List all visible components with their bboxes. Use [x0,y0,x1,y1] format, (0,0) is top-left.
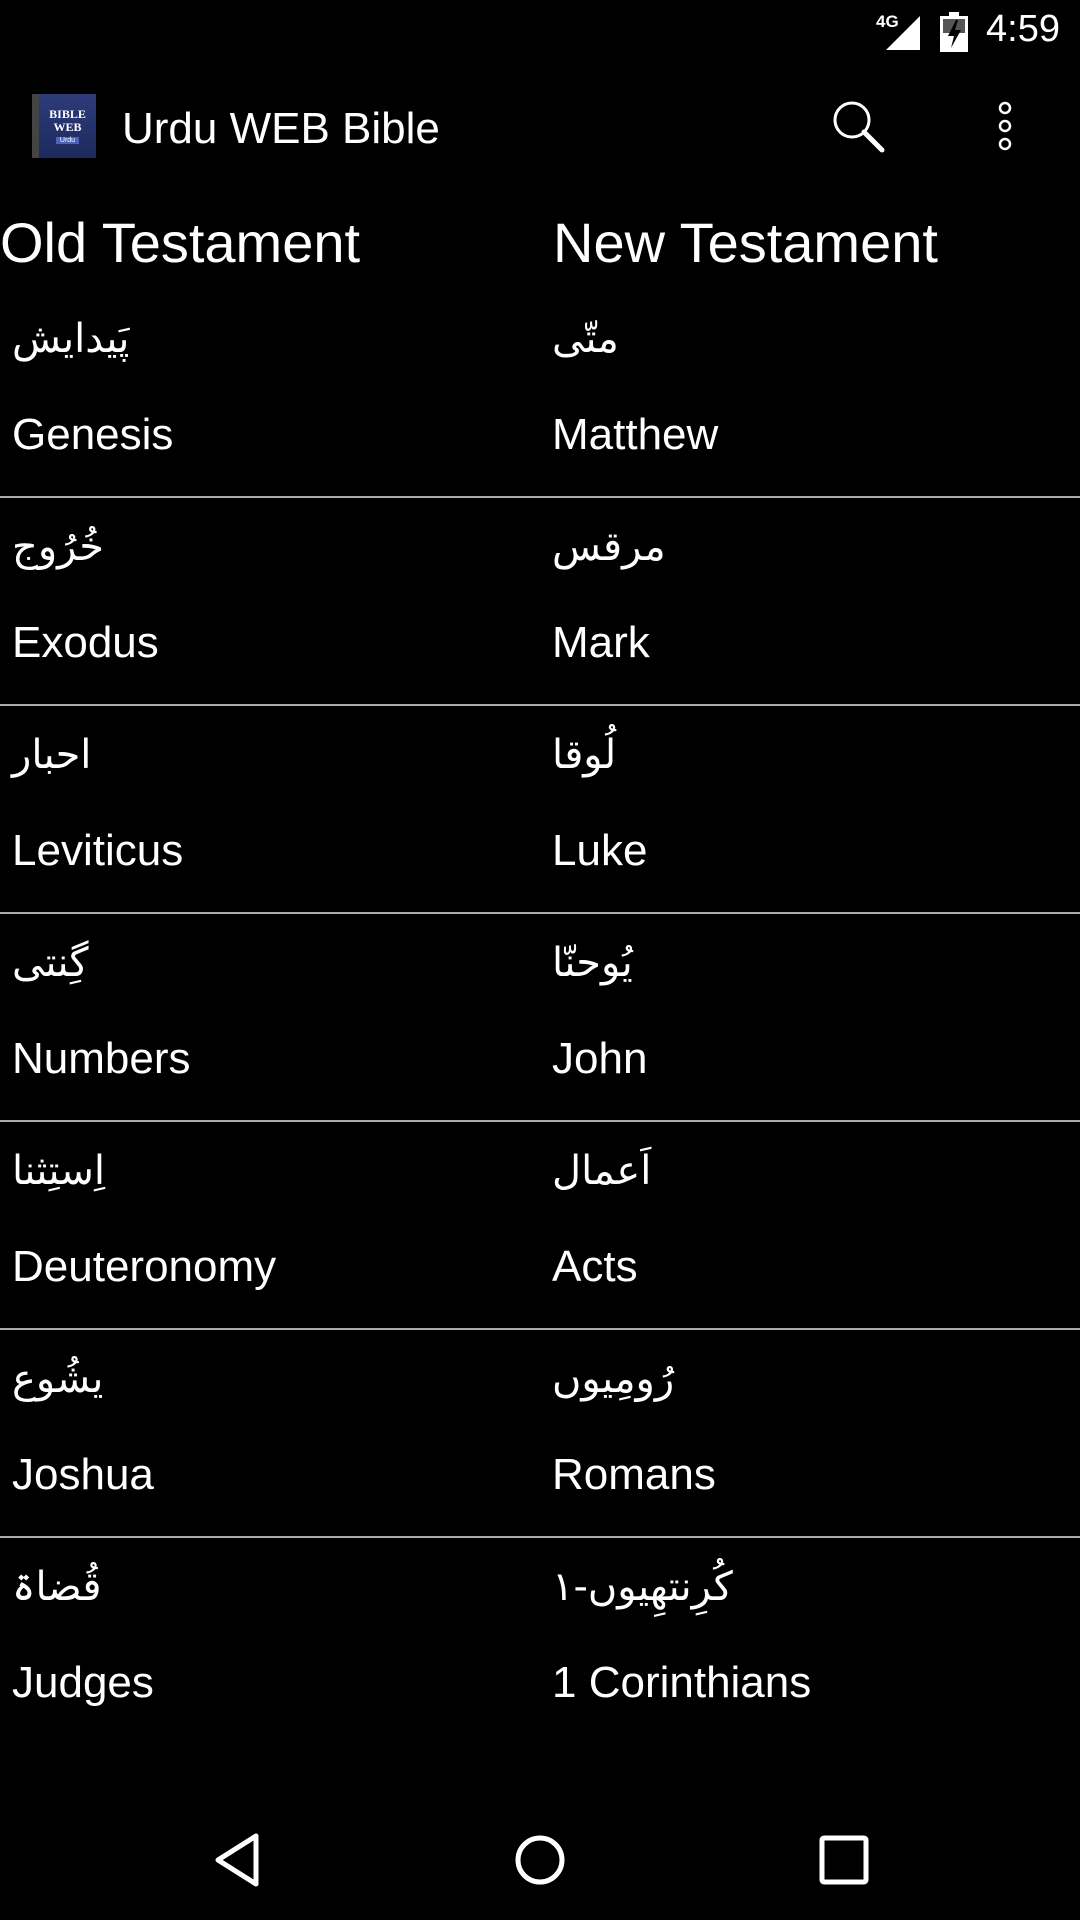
book-english-name: Numbers [12,1034,191,1083]
new-testament-header: New Testament [553,211,938,274]
column-headers: Old Testament New Testament [0,200,1080,280]
book-urdu-name: قُضاۃ [12,1564,102,1610]
book-english-name: Romans [552,1450,716,1499]
clock: 4:59 [986,8,1060,50]
book-urdu-name: لُوقا [552,732,617,778]
table-row: احبار Leviticus لُوقا Luke [0,706,1080,914]
book-english-name: Mark [552,618,650,667]
book-english-name: Exodus [12,618,159,667]
table-row: یشُوع Joshua رُومِیوں Romans [0,1330,1080,1538]
app-bar: BIBLE WEB Urdu Urdu WEB Bible [0,64,1080,194]
table-row: گِنتی Numbers یُوحنّا John [0,914,1080,1122]
book-john[interactable]: یُوحنّا John [552,914,1080,1120]
overflow-menu-icon[interactable] [980,96,1030,156]
book-urdu-name: خُرُوج [12,524,104,570]
navigation-bar [0,1800,1080,1920]
book-leviticus[interactable]: احبار Leviticus [12,706,552,912]
book-urdu-name: کُرِنتھِیوں-١ [552,1564,733,1610]
book-urdu-name: اَعمال [552,1148,652,1194]
book-urdu-name: احبار [12,732,92,778]
book-english-name: Genesis [12,410,174,459]
logo-text-web: WEB [53,120,82,134]
search-icon[interactable] [828,96,888,156]
book-numbers[interactable]: گِنتی Numbers [12,914,552,1120]
back-icon[interactable] [210,1832,266,1888]
home-icon[interactable] [512,1832,568,1888]
book-mark[interactable]: مرقس Mark [552,498,1080,704]
book-urdu-name: مرقس [552,524,666,570]
book-urdu-name: گِنتی [12,940,89,986]
book-genesis[interactable]: پَیدایش Genesis [12,290,552,496]
app-logo: BIBLE WEB Urdu [32,94,96,158]
book-joshua[interactable]: یشُوع Joshua [12,1330,552,1536]
book-urdu-name: پَیدایش [12,316,130,362]
signal-icon [886,16,920,50]
table-row: اِستِثنا Deuteronomy اَعمال Acts [0,1122,1080,1330]
app-title: Urdu WEB Bible [122,104,440,153]
book-english-name: Luke [552,826,648,875]
old-testament-header: Old Testament [0,211,361,274]
book-exodus[interactable]: خُرُوج Exodus [12,498,552,704]
book-english-name: John [552,1034,648,1083]
book-english-name: Deuteronomy [12,1242,277,1291]
book-urdu-name: یُوحنّا [552,940,633,986]
book-english-name: 1 Corinthians [552,1658,812,1707]
recents-icon[interactable] [818,1834,870,1886]
book-deuteronomy[interactable]: اِستِثنا Deuteronomy [12,1122,552,1328]
table-row: قُضاۃ Judges کُرِنتھِیوں-١ 1 Corinthians [0,1538,1080,1738]
book-urdu-name: متّی [552,316,619,362]
table-row: خُرُوج Exodus مرقس Mark [0,498,1080,706]
table-row: پَیدایش Genesis متّی Matthew [0,290,1080,498]
book-romans[interactable]: رُومِیوں Romans [552,1330,1080,1536]
book-urdu-name: اِستِثنا [12,1148,106,1194]
book-list: پَیدایش Genesis متّی Matthew خُرُوج Exod… [0,290,1080,1738]
battery-charging-icon [940,12,968,52]
book-1-corinthians[interactable]: کُرِنتھِیوں-١ 1 Corinthians [552,1538,1080,1738]
book-english-name: Acts [552,1242,638,1291]
book-english-name: Matthew [552,410,719,459]
book-urdu-name: رُومِیوں [552,1356,675,1402]
book-english-name: Joshua [12,1450,154,1499]
logo-text-urdu: Urdu [55,137,80,144]
book-luke[interactable]: لُوقا Luke [552,706,1080,912]
status-bar: 4G 4:59 [0,0,1080,64]
book-english-name: Leviticus [12,826,184,875]
book-urdu-name: یشُوع [12,1356,104,1402]
book-english-name: Judges [12,1658,154,1707]
book-acts[interactable]: اَعمال Acts [552,1122,1080,1328]
book-matthew[interactable]: متّی Matthew [552,290,1080,496]
book-judges[interactable]: قُضاۃ Judges [12,1538,552,1738]
